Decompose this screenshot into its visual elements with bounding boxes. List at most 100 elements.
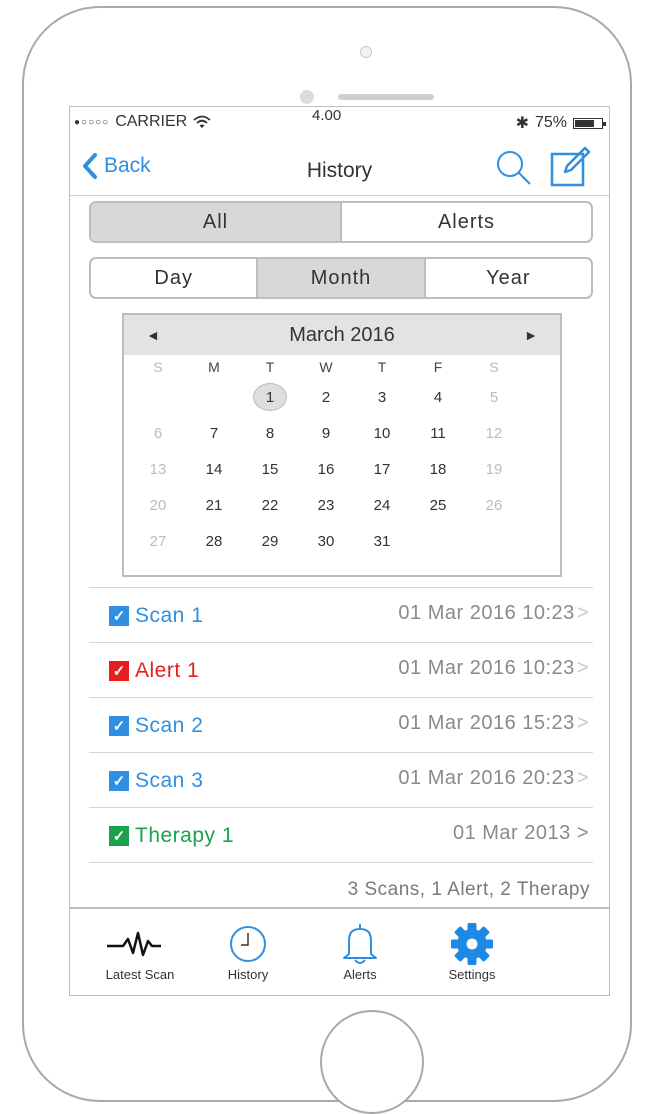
weekday-header: F bbox=[433, 359, 443, 375]
calendar-day[interactable]: 8 bbox=[242, 415, 298, 451]
calendar-day[interactable]: 22 bbox=[242, 487, 298, 523]
calendar-day[interactable]: 5 bbox=[466, 379, 522, 415]
clock-icon bbox=[230, 926, 266, 962]
calendar-day[interactable]: 21 bbox=[186, 487, 242, 523]
calendar-day-number: 3 bbox=[377, 388, 387, 406]
calendar-day[interactable]: 20 bbox=[130, 487, 186, 523]
calendar-day-number: 24 bbox=[373, 496, 391, 514]
calendar-day-number: 10 bbox=[373, 424, 391, 442]
calendar-day[interactable]: 30 bbox=[298, 523, 354, 559]
calendar-day[interactable]: 25 bbox=[410, 487, 466, 523]
battery-icon bbox=[573, 117, 606, 129]
calendar-day[interactable]: 2 bbox=[298, 379, 354, 415]
record-datetime: 01 Mar 2013 > bbox=[453, 822, 589, 845]
home-button[interactable] bbox=[320, 1010, 424, 1114]
next-month-button[interactable]: ► bbox=[524, 327, 538, 343]
record-label: Therapy 1 bbox=[135, 824, 235, 847]
calendar-day[interactable]: 14 bbox=[186, 451, 242, 487]
calendar-day-number: 7 bbox=[209, 424, 219, 442]
calendar-day-number: 27 bbox=[149, 532, 167, 550]
calendar-day[interactable]: 3 bbox=[354, 379, 410, 415]
calendar-day[interactable]: 31 bbox=[354, 523, 410, 559]
calendar-day[interactable]: 27 bbox=[130, 523, 186, 559]
tab-bar: Latest Scan History Alerts Settings bbox=[70, 907, 609, 995]
record-datetime-text: 01 Mar 2016 10:23 bbox=[398, 602, 575, 624]
search-icon[interactable] bbox=[493, 147, 533, 187]
checkbox-checked-icon[interactable]: ✓ bbox=[109, 771, 129, 791]
calendar-day[interactable]: 18 bbox=[410, 451, 466, 487]
calendar-day[interactable]: 15 bbox=[242, 451, 298, 487]
checkbox-checked-icon[interactable]: ✓ bbox=[109, 661, 129, 681]
calendar-day[interactable]: 11 bbox=[410, 415, 466, 451]
calendar-day-number: 1 bbox=[253, 383, 287, 411]
calendar-header: ◄ March 2016 ► bbox=[124, 315, 560, 355]
calendar-day[interactable]: 26 bbox=[466, 487, 522, 523]
compose-icon[interactable] bbox=[549, 145, 593, 189]
calendar-day-number: 5 bbox=[489, 388, 499, 406]
record-datetime-text: 01 Mar 2013 > bbox=[452, 822, 589, 844]
weekday-header: S bbox=[153, 359, 163, 375]
calendar-day-number: 23 bbox=[317, 496, 335, 514]
record-datetime: 01 Mar 2016 15:23 > bbox=[398, 712, 589, 735]
wifi-icon bbox=[193, 115, 211, 128]
checkbox-checked-icon[interactable]: ✓ bbox=[109, 826, 129, 846]
segment-year[interactable]: Year bbox=[426, 259, 591, 297]
tab-alerts[interactable]: Alerts bbox=[310, 921, 410, 982]
calendar-day[interactable]: 4 bbox=[410, 379, 466, 415]
calendar-day-number: 18 bbox=[429, 460, 447, 478]
calendar-day-number: 20 bbox=[149, 496, 167, 514]
calendar-day-number: 15 bbox=[261, 460, 279, 478]
segment-all[interactable]: All bbox=[91, 203, 342, 241]
calendar-day-number: 4 bbox=[433, 388, 443, 406]
calendar-day[interactable]: 28 bbox=[186, 523, 242, 559]
calendar-day[interactable]: 24 bbox=[354, 487, 410, 523]
history-row-scan[interactable]: ✓ Scan 1 01 Mar 2016 10:23 > bbox=[89, 588, 593, 643]
chevron-right-icon: > bbox=[576, 602, 589, 624]
calendar-day[interactable]: 9 bbox=[298, 415, 354, 451]
calendar-day-number: 9 bbox=[321, 424, 331, 442]
tab-history[interactable]: History bbox=[198, 921, 298, 982]
status-bar: ●○○○○ CARRIER 4.00 ✱ 75% bbox=[70, 107, 609, 137]
proximity-sensor bbox=[300, 90, 314, 104]
calendar-day[interactable]: 7 bbox=[186, 415, 242, 451]
tab-label: Latest Scan bbox=[105, 967, 175, 982]
carrier-info: ●○○○○ CARRIER bbox=[74, 113, 211, 131]
calendar-day[interactable]: 19 bbox=[466, 451, 522, 487]
chevron-right-icon: > bbox=[576, 657, 589, 679]
segment-alerts[interactable]: Alerts bbox=[342, 203, 591, 241]
previous-month-button[interactable]: ◄ bbox=[146, 327, 160, 343]
record-datetime: 01 Mar 2016 10:23 > bbox=[398, 657, 589, 680]
record-label: Alert 1 bbox=[135, 659, 200, 682]
calendar-day[interactable]: 12 bbox=[466, 415, 522, 451]
checkbox-checked-icon[interactable]: ✓ bbox=[109, 606, 129, 626]
calendar-day[interactable]: 17 bbox=[354, 451, 410, 487]
history-row-alert[interactable]: ✓ Alert 1 01 Mar 2016 10:23 > bbox=[89, 643, 593, 698]
range-control: Day Month Year bbox=[89, 257, 593, 299]
history-row-scan[interactable]: ✓ Scan 3 01 Mar 2016 20:23 > bbox=[89, 753, 593, 808]
history-row-scan[interactable]: ✓ Scan 2 01 Mar 2016 15:23 > bbox=[89, 698, 593, 753]
segment-day[interactable]: Day bbox=[91, 259, 259, 297]
calendar-empty-cell bbox=[186, 379, 242, 415]
tab-latest-scan[interactable]: Latest Scan bbox=[90, 921, 190, 982]
segment-month[interactable]: Month bbox=[258, 259, 426, 297]
checkbox-checked-icon[interactable]: ✓ bbox=[109, 716, 129, 736]
calendar-day[interactable]: 16 bbox=[298, 451, 354, 487]
calendar-empty-cell bbox=[130, 379, 186, 415]
calendar-day[interactable]: 6 bbox=[130, 415, 186, 451]
calendar-day-number: 11 bbox=[430, 424, 446, 442]
calendar-day[interactable]: 23 bbox=[298, 487, 354, 523]
tab-label: Settings bbox=[448, 967, 496, 982]
calendar-day[interactable]: 1 bbox=[242, 379, 298, 415]
calendar-day-number: 2 bbox=[321, 388, 331, 406]
tab-label: Alerts bbox=[343, 967, 377, 982]
history-row-therapy[interactable]: ✓ Therapy 1 01 Mar 2013 > bbox=[89, 808, 593, 863]
calendar-day[interactable]: 29 bbox=[242, 523, 298, 559]
weekday-header: T bbox=[377, 359, 387, 375]
tab-settings[interactable]: Settings bbox=[422, 921, 522, 982]
calendar-day[interactable]: 13 bbox=[130, 451, 186, 487]
calendar-day-number: 31 bbox=[373, 532, 391, 550]
calendar-day[interactable]: 10 bbox=[354, 415, 410, 451]
calendar: ◄ March 2016 ► S M T W T F S 1 2 3 4 5 6 7 8 9 10 11 12 13 1… bbox=[122, 313, 562, 577]
calendar-day-number: 6 bbox=[153, 424, 163, 442]
weekday-header: S bbox=[489, 359, 499, 375]
